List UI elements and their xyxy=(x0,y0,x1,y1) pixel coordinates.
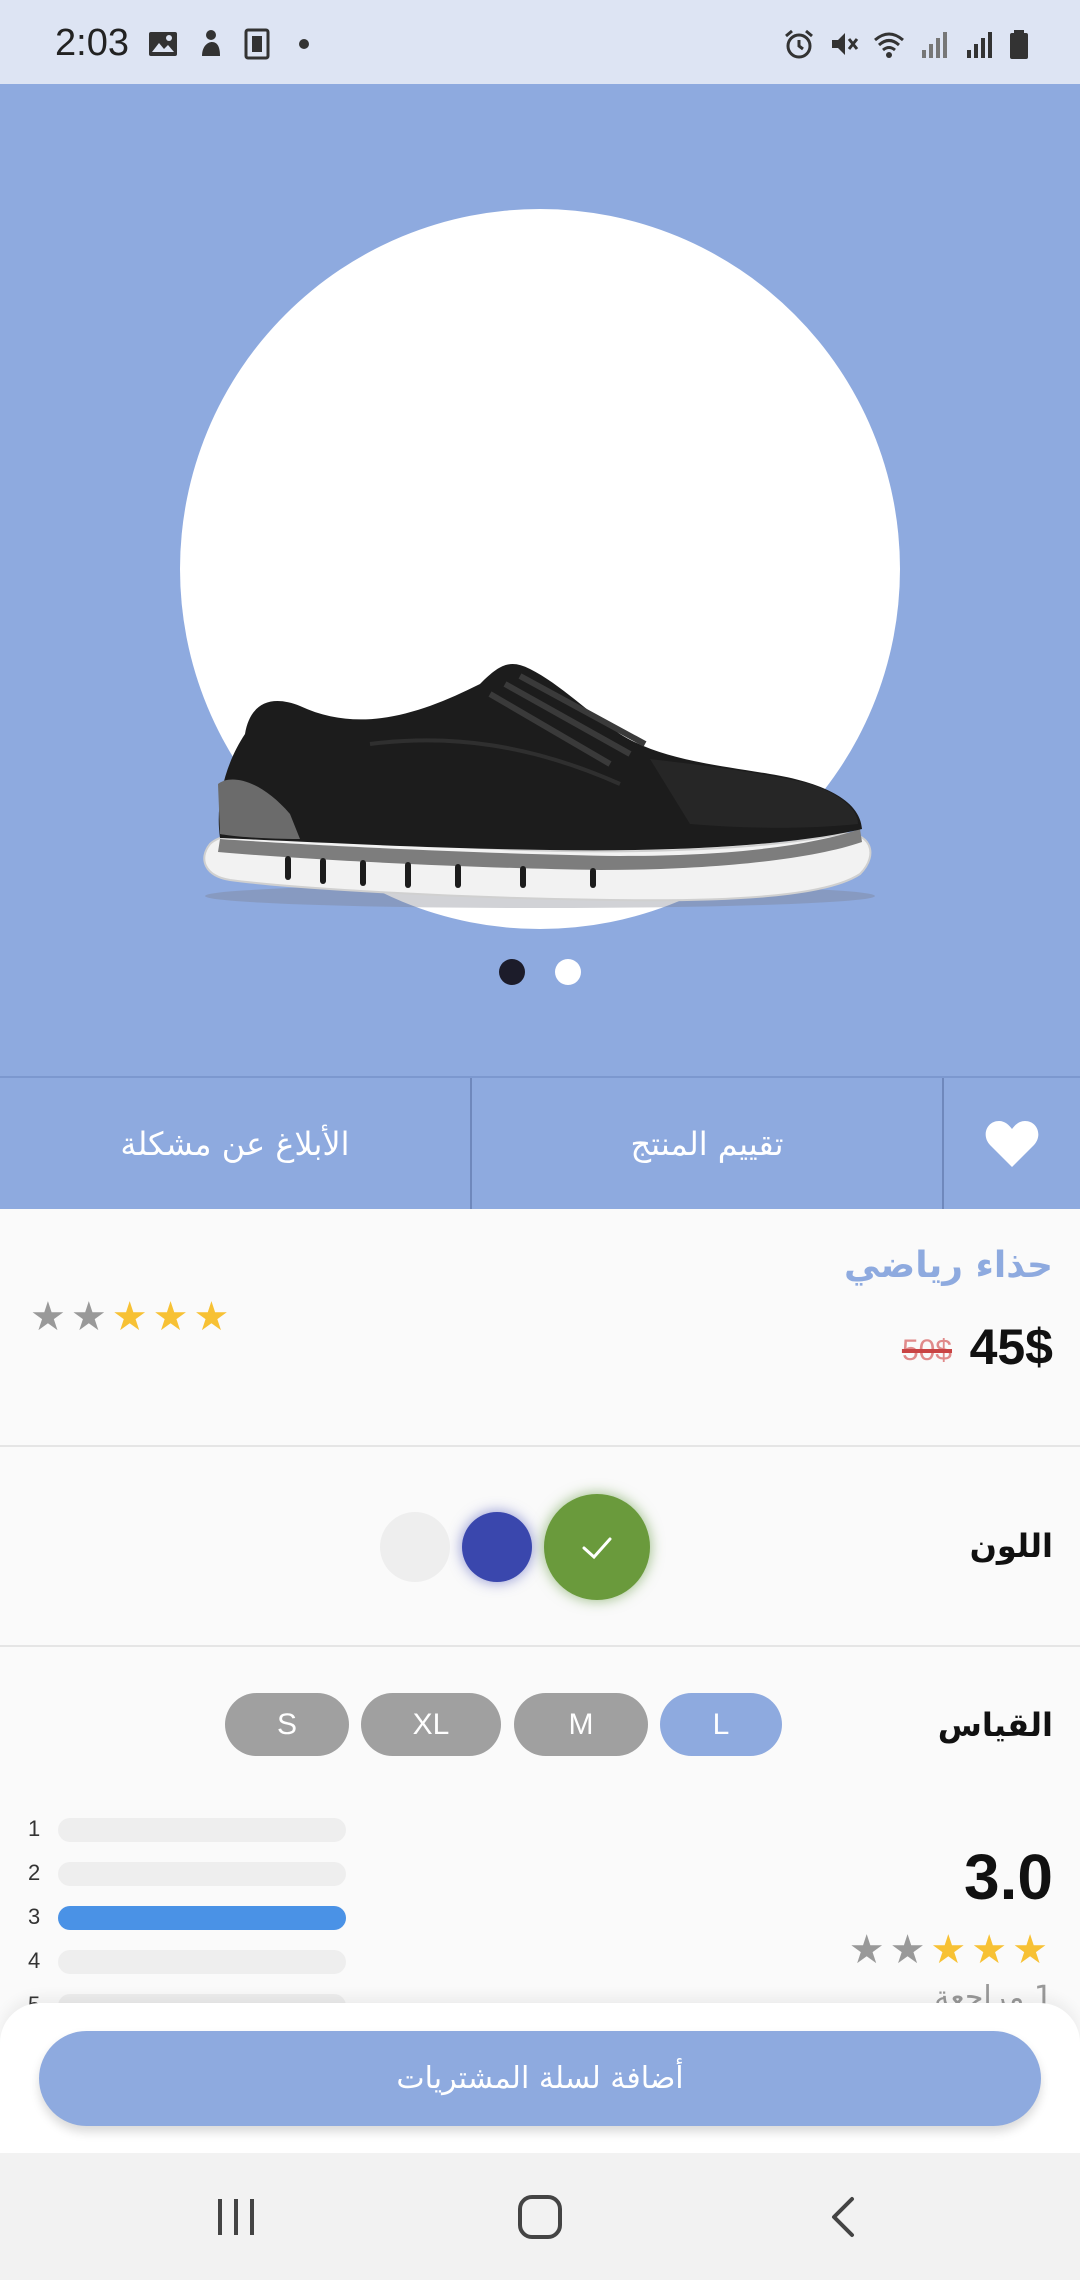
heart-icon xyxy=(985,1120,1039,1167)
rating-bar-track xyxy=(58,1818,346,1842)
bottom-sheet: أضافة لسلة المشتريات xyxy=(0,2003,1080,2153)
add-to-cart-label: أضافة لسلة المشتريات xyxy=(396,2061,684,2096)
action-bar: الأبلاغ عن مشكلة تقييم المنتج xyxy=(0,1076,1080,1209)
product-name: حذاء رياضي xyxy=(844,1245,1053,1286)
product-screen: 2:03 الأبلاغ عن مشكلة تقييم المنتج حذاء … xyxy=(0,0,1080,2280)
wifi-icon xyxy=(874,32,904,58)
signal-icon xyxy=(967,32,992,58)
navigation-bar xyxy=(0,2153,1080,2280)
star-icon: ★ xyxy=(193,1294,230,1340)
recent-apps-icon[interactable] xyxy=(214,2195,258,2239)
check-icon xyxy=(582,1537,612,1560)
color-option-green[interactable] xyxy=(544,1494,650,1600)
alarm-icon xyxy=(785,29,813,59)
kiosk-icon xyxy=(244,28,270,60)
dot-icon xyxy=(299,39,309,49)
image-icon xyxy=(149,32,177,56)
star-icon: ★ xyxy=(848,1927,885,1973)
favorite-button[interactable] xyxy=(944,1078,1080,1209)
product-old-price: 50$ xyxy=(901,1334,952,1367)
report-problem-button[interactable]: الأبلاغ عن مشكلة xyxy=(0,1078,470,1209)
rating-row-label: 1 xyxy=(28,1816,41,1841)
carousel-dot[interactable] xyxy=(555,959,581,985)
color-label: اللون xyxy=(969,1527,1053,1565)
add-to-cart-button[interactable]: أضافة لسلة المشتريات xyxy=(39,2031,1041,2126)
product-rating-stars: ★ ★ ★ ★ ★ xyxy=(30,1297,234,1337)
star-icon: ★ xyxy=(30,1294,66,1340)
signal-icon xyxy=(922,32,947,58)
size-label: القياس xyxy=(937,1706,1053,1744)
star-icon: ★ xyxy=(971,1927,1008,1973)
divider xyxy=(0,1645,1080,1647)
divider xyxy=(0,1445,1080,1447)
size-option-s[interactable]: S xyxy=(225,1693,349,1756)
person-icon xyxy=(202,30,220,56)
star-icon: ★ xyxy=(70,1294,107,1340)
battery-icon xyxy=(1010,30,1028,59)
carousel-dot-active[interactable] xyxy=(499,959,525,985)
size-option-m[interactable]: M xyxy=(514,1693,648,1756)
rating-bar-fill xyxy=(58,1906,346,1930)
color-option-blue[interactable] xyxy=(462,1512,532,1582)
star-icon: ★ xyxy=(111,1294,148,1340)
rating-bar-track xyxy=(58,1862,346,1886)
product-price: 45$ xyxy=(969,1319,1053,1375)
mute-icon xyxy=(832,33,859,55)
color-option-white[interactable] xyxy=(380,1512,450,1582)
product-image xyxy=(203,664,875,908)
rating-bar-track xyxy=(58,1950,346,1974)
rating-summary-stars: ★ ★ ★ ★ ★ xyxy=(849,1930,1053,1970)
status-bar: 2:03 xyxy=(0,0,1080,84)
star-icon: ★ xyxy=(889,1927,926,1973)
size-option-l[interactable]: L xyxy=(660,1693,782,1756)
rating-row-label: 2 xyxy=(28,1860,41,1885)
rating-row-label: 4 xyxy=(28,1948,41,1973)
back-icon[interactable] xyxy=(822,2195,866,2239)
report-problem-label: الأبلاغ عن مشكلة xyxy=(120,1124,350,1163)
rate-product-label: تقييم المنتج xyxy=(630,1124,784,1163)
rate-product-button[interactable]: تقييم المنتج xyxy=(472,1078,942,1209)
size-option-xl[interactable]: XL xyxy=(361,1693,501,1756)
rating-average: 3.0 xyxy=(964,1841,1053,1913)
star-icon: ★ xyxy=(1012,1927,1048,1973)
star-icon: ★ xyxy=(152,1294,189,1340)
rating-bar-track xyxy=(58,1906,346,1930)
rating-row-label: 3 xyxy=(28,1904,41,1929)
status-time: 2:03 xyxy=(55,22,129,64)
home-icon[interactable] xyxy=(516,2193,564,2241)
star-icon: ★ xyxy=(930,1927,967,1973)
product-hero[interactable] xyxy=(0,84,1080,1076)
